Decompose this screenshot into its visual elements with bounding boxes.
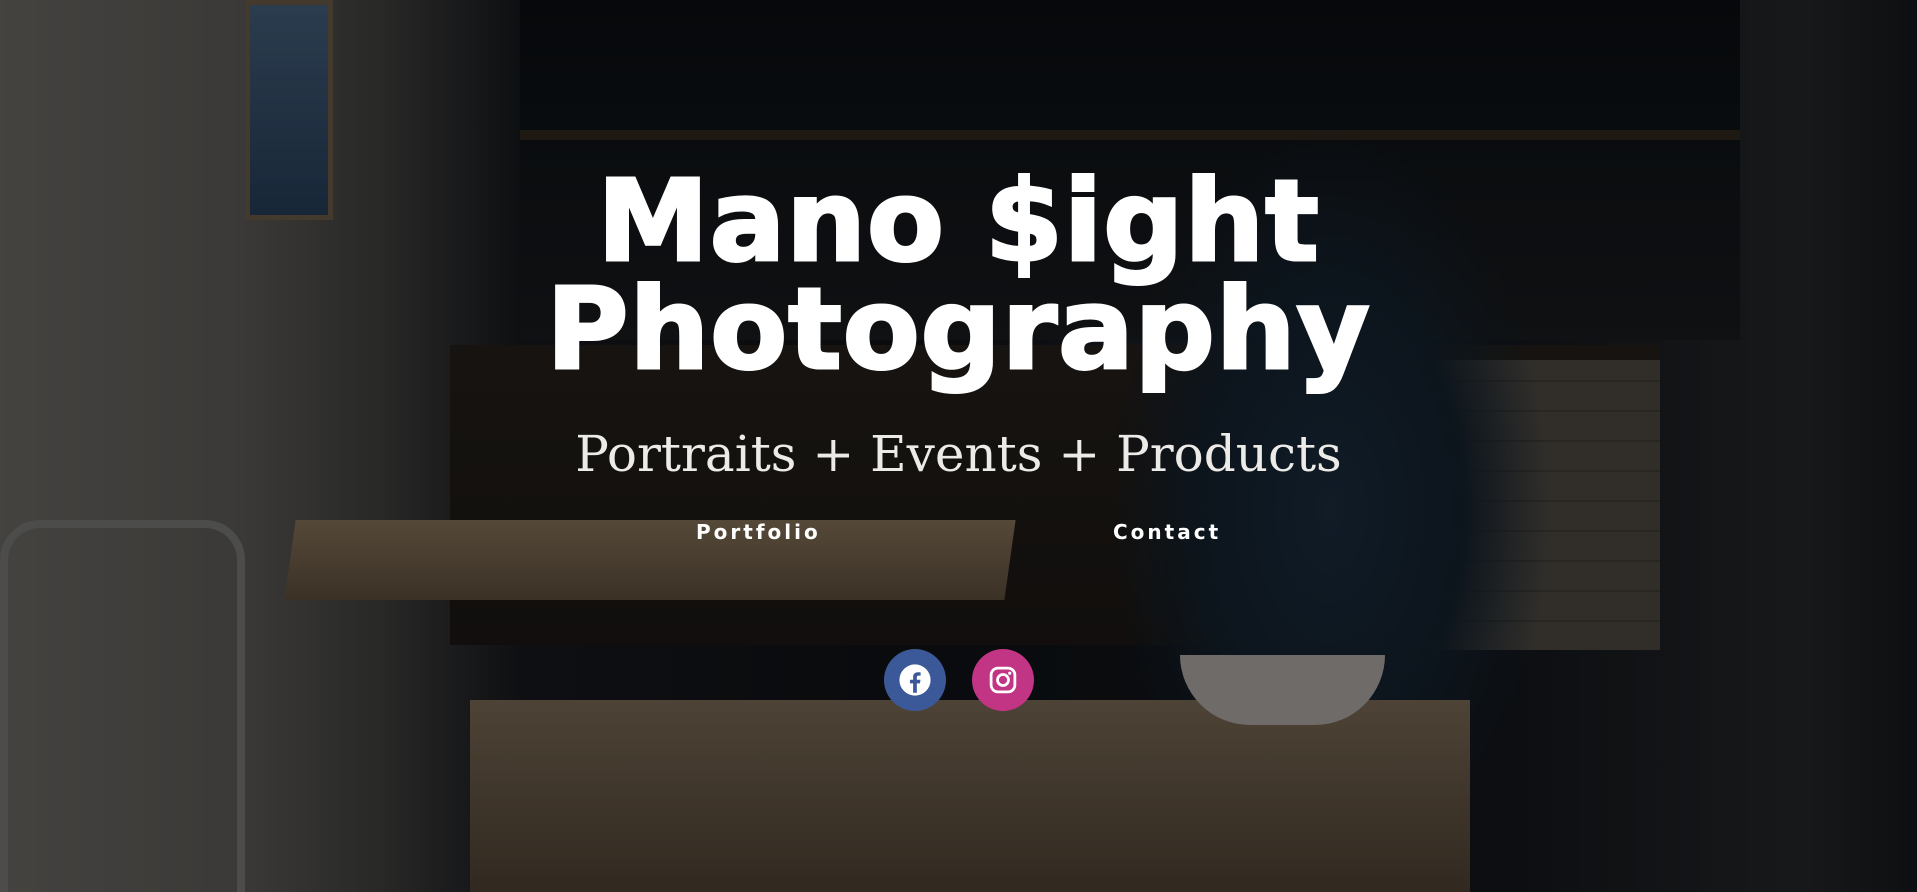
nav-link-contact[interactable]: Contact — [1113, 520, 1221, 544]
nav-link-portfolio[interactable]: Portfolio — [696, 520, 821, 544]
facebook-button[interactable] — [884, 649, 946, 711]
facebook-icon — [899, 664, 931, 696]
site-title: Mano $ight Photography — [0, 157, 1917, 395]
site-title-line1: Mano $ight — [596, 157, 1320, 287]
site-title-line2: Photography — [545, 265, 1371, 395]
instagram-icon — [989, 666, 1017, 694]
instagram-button[interactable] — [972, 649, 1034, 711]
hero-section: Mano $ight Photography Portraits + Event… — [0, 0, 1917, 892]
tagline: Portraits + Events + Products — [575, 425, 1342, 483]
hero-content: Mano $ight Photography Portraits + Event… — [0, 0, 1917, 892]
